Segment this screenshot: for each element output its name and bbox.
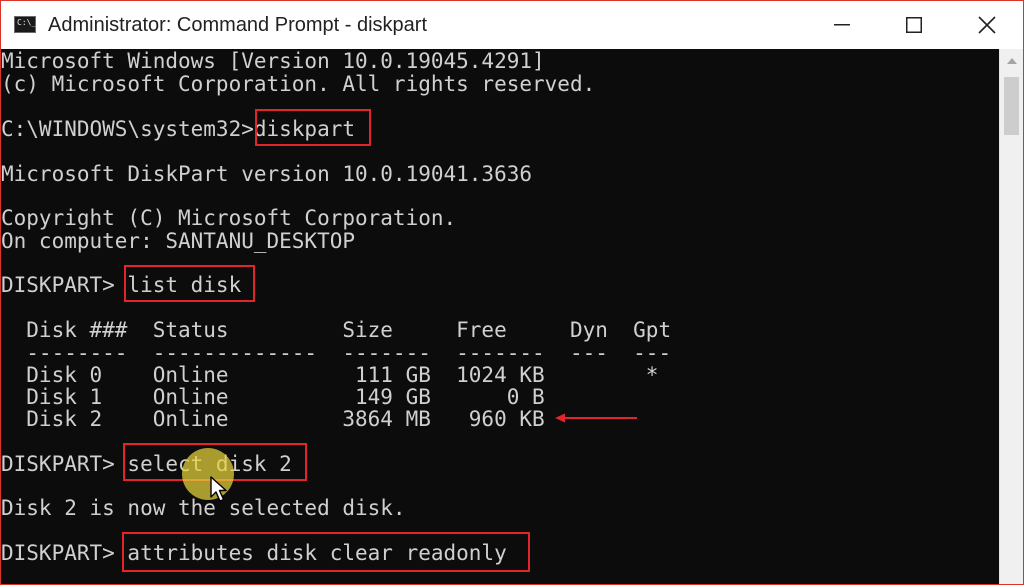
minimize-button[interactable] (806, 1, 878, 49)
arrow-icon (555, 413, 637, 423)
disk-table-row: Disk 1 Online 149 GB 0 B (1, 385, 545, 409)
console-line: Microsoft Windows [Version 10.0.19045.42… (1, 49, 545, 73)
window-title: Administrator: Command Prompt - diskpart (48, 14, 428, 36)
close-icon (978, 16, 996, 34)
scroll-thumb[interactable] (1004, 77, 1019, 135)
highlight-box-list-disk (124, 265, 255, 302)
console-line: Copyright (C) Microsoft Corporation. (1, 206, 457, 230)
close-button[interactable] (951, 1, 1023, 49)
mouse-cursor (181, 447, 243, 509)
highlight-box-attributes (122, 532, 530, 572)
scroll-up-button[interactable] (1000, 49, 1023, 73)
console-output[interactable]: Microsoft Windows [Version 10.0.19045.42… (1, 49, 999, 584)
vertical-scrollbar[interactable] (999, 49, 1023, 584)
maximize-button[interactable] (878, 1, 950, 49)
chevron-up-icon (1007, 58, 1017, 64)
minimize-icon (834, 24, 850, 26)
cmd-icon[interactable]: C:\_ (14, 16, 36, 33)
cmd-icon-glyph: C:\_ (17, 18, 37, 27)
title-bar[interactable]: C:\_ Administrator: Command Prompt - dis… (1, 1, 1023, 49)
disk-table-header: Disk ### Status Size Free Dyn Gpt (1, 318, 672, 342)
command-prompt-window: C:\_ Administrator: Command Prompt - dis… (0, 0, 1024, 585)
highlight-box-diskpart (255, 109, 371, 146)
disk-table-row: Disk 2 Online 3864 MB 960 KB (1, 407, 545, 431)
console-line: On computer: SANTANU_DESKTOP (1, 229, 356, 253)
console-line: Microsoft DiskPart version 10.0.19041.36… (1, 162, 533, 186)
console-line: (c) Microsoft Corporation. All rights re… (1, 72, 596, 96)
disk-table-row: Disk 0 Online 111 GB 1024 KB * (1, 363, 659, 387)
pointer-icon (182, 448, 234, 502)
disk-table-separator: -------- ------------- ------- ------- -… (1, 341, 672, 365)
maximize-icon (906, 17, 922, 33)
